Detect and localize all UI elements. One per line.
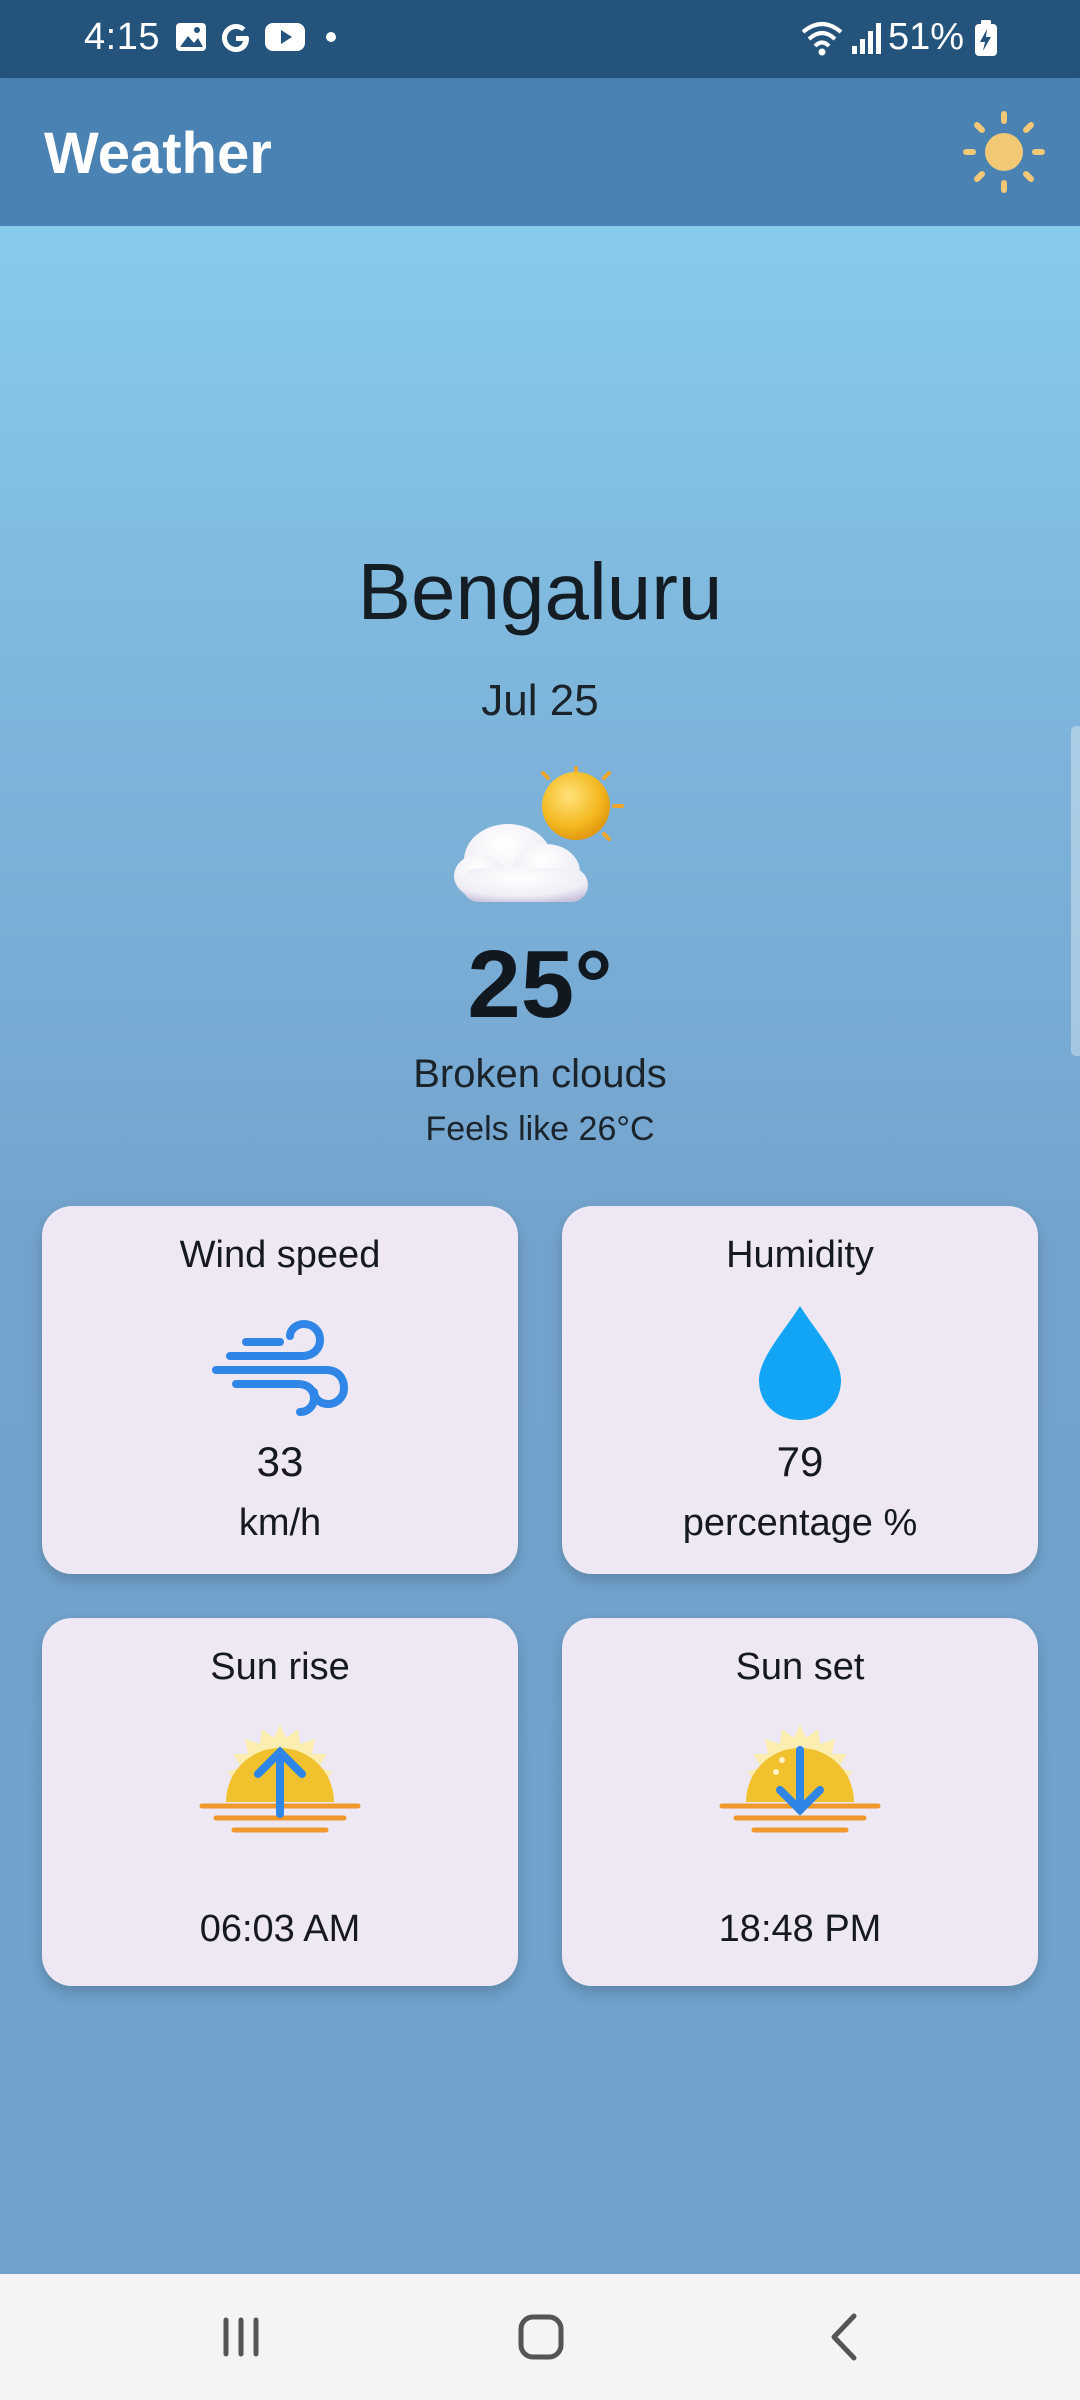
city-name: Bengaluru [357, 547, 723, 636]
humidity-unit: percentage % [682, 1502, 918, 1544]
wind-speed-title: Wind speed [179, 1234, 381, 1276]
recents-icon [223, 2317, 259, 2357]
sunset-icon [718, 1718, 882, 1847]
screen: 4:15 51% Weather Bengaluru Jul 25 25° Br… [0, 0, 1080, 2400]
sunset-title: Sun set [735, 1646, 865, 1688]
sunset-time: 18:48 PM [718, 1908, 882, 1950]
humidity-value: 79 [776, 1438, 824, 1485]
humidity-title: Humidity [726, 1234, 874, 1276]
google-icon [218, 20, 254, 61]
sunrise-time: 06:03 AM [199, 1908, 361, 1950]
sun-icon [963, 111, 1045, 193]
wind-speed-card[interactable]: Wind speed 33 km/h [42, 1206, 518, 1574]
theme-toggle-button[interactable] [958, 106, 1050, 198]
sunrise-card[interactable]: Sun rise 06:03 AM [42, 1618, 518, 1986]
gallery-icon [174, 20, 208, 59]
home-icon [518, 2314, 564, 2360]
status-time: 4:15 [84, 16, 160, 58]
water-drop-icon [755, 1302, 845, 1429]
battery-charging-icon [972, 18, 1000, 63]
sunset-card[interactable]: Sun set 18:48 PM [562, 1618, 1038, 1986]
battery-percent: 51% [887, 16, 964, 58]
navigation-bar [0, 2274, 1080, 2400]
home-button[interactable] [496, 2302, 586, 2372]
youtube-icon [264, 20, 306, 59]
status-bar: 4:15 51% [0, 0, 1080, 78]
wifi-icon [800, 18, 844, 63]
temperature: 25° [467, 931, 613, 1038]
wind-icon [210, 1312, 350, 1427]
weather-date: Jul 25 [481, 676, 599, 725]
weather-description: Broken clouds [413, 1052, 667, 1096]
wind-speed-value: 33 [256, 1438, 304, 1485]
back-icon [831, 2313, 857, 2361]
recents-button[interactable] [196, 2302, 286, 2372]
sunrise-title: Sun rise [210, 1646, 350, 1688]
back-button[interactable] [800, 2302, 890, 2372]
feels-like: Feels like 26°C [425, 1110, 655, 1148]
partly-cloudy-icon [448, 760, 632, 924]
sunrise-icon [198, 1718, 362, 1847]
app-title: Weather [44, 121, 272, 186]
dot-icon [324, 30, 338, 49]
humidity-card[interactable]: Humidity 79 percentage % [562, 1206, 1038, 1574]
wind-speed-unit: km/h [238, 1502, 322, 1544]
signal-icon [850, 20, 886, 61]
app-bar: Weather [0, 78, 1080, 226]
